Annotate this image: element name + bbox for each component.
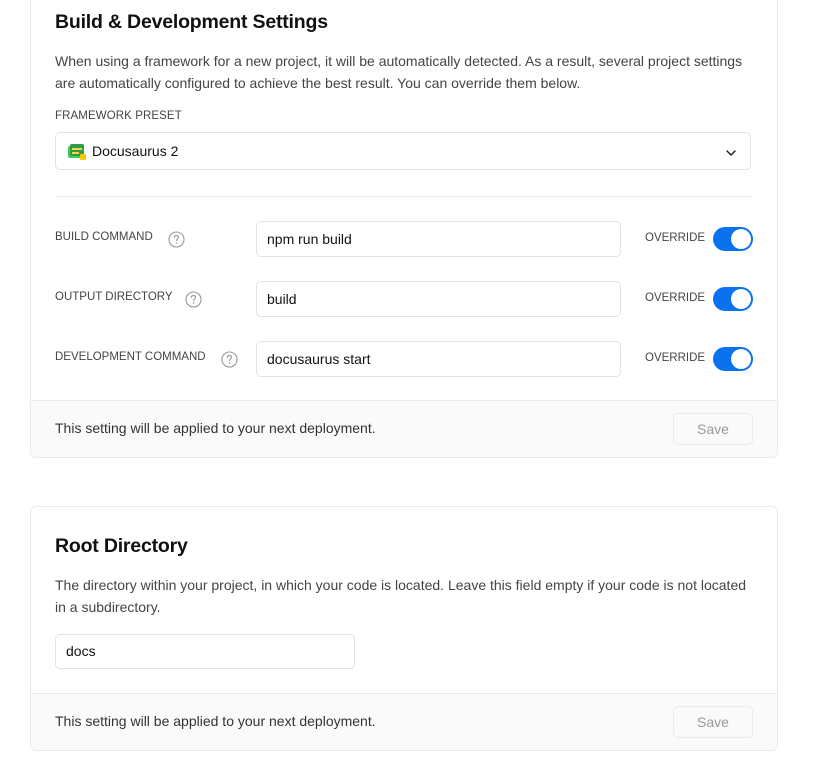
framework-preset-value: Docusaurus 2 [92, 143, 179, 159]
output-directory-input[interactable]: build [256, 281, 621, 317]
build-settings-footer: This setting will be applied to your nex… [31, 400, 777, 457]
development-command-input[interactable]: docusaurus start [256, 341, 621, 377]
build-command-override-label: OVERRIDE [645, 232, 706, 244]
build-command-row: BUILD COMMAND npm run build OVERRIDE [31, 221, 777, 257]
help-circle-icon[interactable] [185, 291, 202, 308]
help-circle-icon[interactable] [221, 351, 238, 368]
build-settings-title: Build & Development Settings [55, 11, 328, 33]
output-directory-label: OUTPUT DIRECTORY [55, 291, 173, 303]
development-command-row: DEVELOPMENT COMMAND docusaurus start OVE… [31, 341, 777, 377]
development-command-override-label: OVERRIDE [645, 352, 706, 364]
output-directory-row: OUTPUT DIRECTORY build OVERRIDE [31, 281, 777, 317]
framework-preset-label: FRAMEWORK PRESET [55, 110, 182, 122]
root-directory-title: Root Directory [55, 535, 188, 557]
build-command-override-toggle[interactable] [713, 227, 753, 251]
toggle-knob [731, 349, 751, 369]
divider [55, 196, 753, 197]
build-settings-card: Build & Development Settings When using … [30, 0, 778, 458]
build-settings-save-button[interactable]: Save [673, 413, 753, 445]
root-directory-save-button[interactable]: Save [673, 706, 753, 738]
build-settings-footer-text: This setting will be applied to your nex… [55, 420, 376, 436]
docusaurus-icon [68, 144, 86, 160]
output-directory-override-label: OVERRIDE [645, 292, 706, 304]
build-settings-body: Build & Development Settings When using … [31, 0, 777, 391]
toggle-knob [731, 289, 751, 309]
framework-preset-select[interactable]: Docusaurus 2 [55, 132, 751, 170]
chevron-down-icon [726, 150, 736, 156]
root-directory-footer-text: This setting will be applied to your nex… [55, 713, 376, 729]
help-circle-icon[interactable] [168, 231, 185, 248]
output-directory-override-toggle[interactable] [713, 287, 753, 311]
toggle-knob [731, 229, 751, 249]
development-command-override-toggle[interactable] [713, 347, 753, 371]
build-command-input[interactable]: npm run build [256, 221, 621, 257]
build-settings-description: When using a framework for a new project… [55, 53, 743, 91]
root-directory-footer: This setting will be applied to your nex… [31, 693, 777, 750]
root-directory-description: The directory within your project, in wh… [55, 577, 747, 615]
root-directory-body: Root Directory The directory within your… [31, 507, 777, 693]
build-command-label: BUILD COMMAND [55, 231, 153, 243]
root-directory-card: Root Directory The directory within your… [30, 506, 778, 751]
development-command-label: DEVELOPMENT COMMAND [55, 351, 206, 363]
root-directory-input[interactable]: docs [55, 634, 355, 669]
